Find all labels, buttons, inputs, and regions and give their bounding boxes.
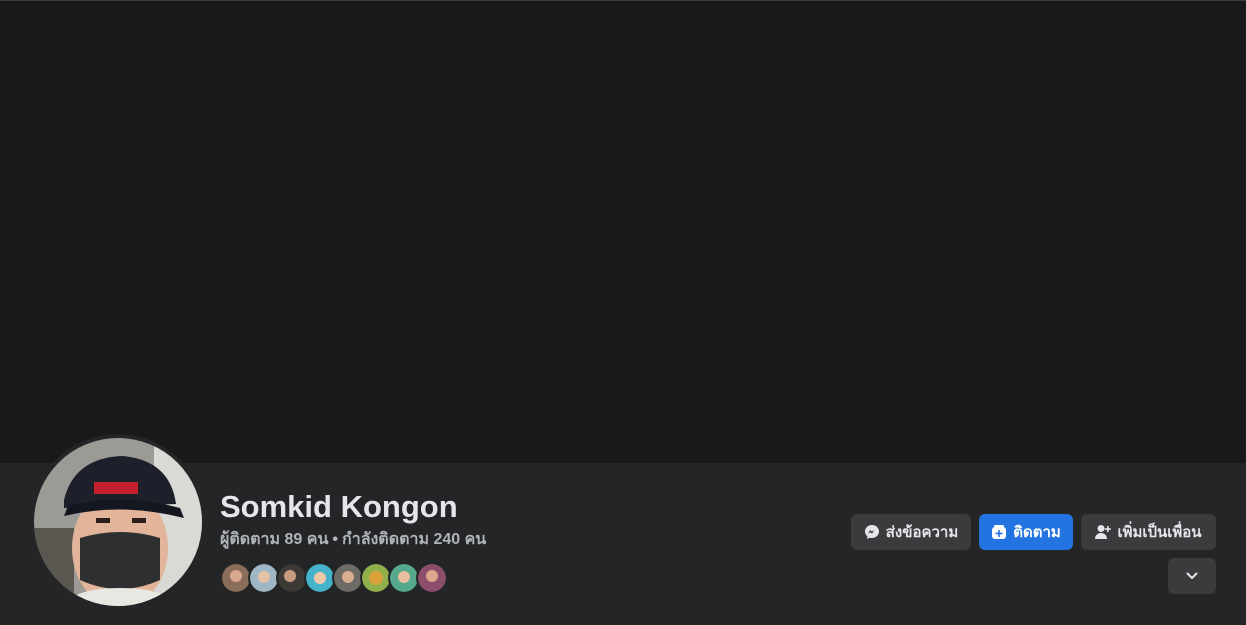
profile-stats: ผู้ติดตาม 89 คน • กำลังติดตาม 240 คน bbox=[220, 530, 486, 550]
profile-avatar[interactable] bbox=[34, 438, 202, 606]
followers-count[interactable]: ผู้ติดตาม 89 คน bbox=[220, 531, 328, 548]
messenger-icon bbox=[864, 524, 880, 540]
stats-separator: • bbox=[332, 531, 339, 548]
more-options-button[interactable] bbox=[1168, 558, 1216, 594]
add-friend-label: เพิ่มเป็นเพื่อน bbox=[1117, 524, 1202, 541]
avatar-photo-icon bbox=[34, 438, 202, 606]
follow-icon bbox=[991, 524, 1007, 540]
chevron-down-icon bbox=[1186, 567, 1198, 585]
follow-label: ติดตาม bbox=[1013, 524, 1061, 541]
send-message-button[interactable]: ส่งข้อความ bbox=[851, 514, 971, 550]
friend-avatar[interactable] bbox=[416, 562, 448, 594]
cover-photo[interactable] bbox=[0, 0, 1246, 463]
add-friend-button[interactable]: เพิ่มเป็นเพื่อน bbox=[1081, 514, 1216, 550]
send-message-label: ส่งข้อความ bbox=[885, 524, 959, 541]
following-count[interactable]: กำลังติดตาม 240 คน bbox=[342, 531, 486, 548]
add-friend-icon bbox=[1095, 524, 1112, 540]
profile-name: Somkid Kongon bbox=[220, 489, 458, 524]
follow-button[interactable]: ติดตาม bbox=[979, 514, 1073, 550]
mutual-friends-list bbox=[220, 562, 448, 594]
profile-page: Somkid Kongon ผู้ติดตาม 89 คน • กำลังติดตา… bbox=[0, 0, 1246, 625]
